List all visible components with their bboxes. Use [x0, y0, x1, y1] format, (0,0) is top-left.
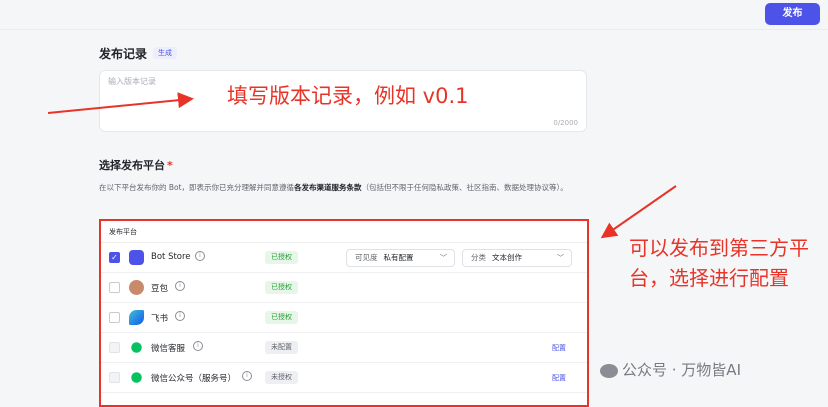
info-icon[interactable]: i: [195, 251, 205, 261]
platform-name: 豆包: [151, 284, 169, 294]
platform-name: 微信公众号（服务号）: [151, 374, 237, 384]
checkbox-doubao[interactable]: [109, 282, 120, 293]
platform-name: Bot Store: [151, 252, 191, 262]
table-row[interactable]: 飞书 i 已授权: [101, 303, 587, 333]
table-row[interactable]: 微信公众号（服务号） i 未授权 配置: [101, 363, 587, 393]
chevron-down-icon: ﹀: [440, 254, 447, 262]
char-counter: 0/2000: [553, 119, 578, 127]
category-select[interactable]: 分类 文本创作 ﹀: [462, 249, 572, 267]
visibility-select[interactable]: 可见度 私有配置 ﹀: [346, 249, 455, 267]
platform-table: 发布平台 ✓ Bot Store i 已授权 可见度 私有配置 ﹀ 分类 文本创作 …: [99, 219, 589, 407]
configure-link[interactable]: 配置: [552, 343, 566, 353]
top-bar: 发布: [0, 0, 828, 30]
version-record-placeholder: 输入版本记录: [108, 77, 156, 86]
status-badge: 未授权: [265, 371, 298, 384]
watermark: 公众号 · 万物皆AI: [600, 359, 741, 380]
checkbox-bot-store[interactable]: ✓: [109, 252, 120, 263]
generate-button[interactable]: 生成: [153, 47, 177, 59]
info-icon[interactable]: i: [175, 281, 185, 291]
info-icon[interactable]: i: [175, 311, 185, 321]
wechat-icon: [131, 342, 142, 353]
table-header: 发布平台: [101, 221, 587, 243]
annotation-platform: 可以发布到第三方平台，选择进行配置: [629, 236, 809, 290]
wechat-icon: [131, 372, 142, 383]
info-icon[interactable]: i: [242, 371, 252, 381]
status-badge: 已授权: [265, 311, 298, 324]
table-row[interactable]: 豆包 i 已授权: [101, 273, 587, 303]
annotation-record: 填写版本记录，例如 v0.1: [227, 84, 469, 108]
status-badge: 已授权: [265, 251, 298, 264]
checkbox-wechat-service[interactable]: [109, 342, 120, 353]
platform-title: 选择发布平台 *: [99, 159, 173, 172]
status-badge: 未配置: [265, 341, 298, 354]
table-row[interactable]: 微信客服 i 未配置 配置: [101, 333, 587, 363]
chevron-down-icon: ﹀: [557, 254, 564, 262]
bot-store-icon: [129, 250, 144, 265]
checkbox-wechat-official[interactable]: [109, 372, 120, 383]
checkbox-feishu[interactable]: [109, 312, 120, 323]
status-badge: 已授权: [265, 281, 298, 294]
platform-name: 飞书: [151, 314, 169, 324]
publish-panel: 发布记录 生成 输入版本记录 0/2000 填写版本记录，例如 v0.1 选择发…: [0, 31, 828, 407]
configure-link[interactable]: 配置: [552, 373, 566, 383]
terms-link[interactable]: 各发布渠道服务条款: [294, 183, 362, 192]
doubao-icon: [129, 280, 144, 295]
publish-button[interactable]: 发布: [765, 3, 820, 25]
feishu-icon: [129, 310, 144, 325]
wechat-watermark-icon: [600, 363, 618, 378]
table-row[interactable]: ✓ Bot Store i 已授权 可见度 私有配置 ﹀ 分类 文本创作 ﹀: [101, 243, 587, 273]
info-icon[interactable]: i: [193, 341, 203, 351]
platform-description: 在以下平台发布你的 Bot，即表示你已充分理解并同意遵循各发布渠道服务条款（包括…: [99, 183, 568, 192]
required-mark: *: [167, 159, 173, 172]
platform-name: 微信客服: [151, 344, 186, 354]
check-icon: ✓: [111, 253, 118, 262]
record-title: 发布记录: [99, 47, 148, 61]
